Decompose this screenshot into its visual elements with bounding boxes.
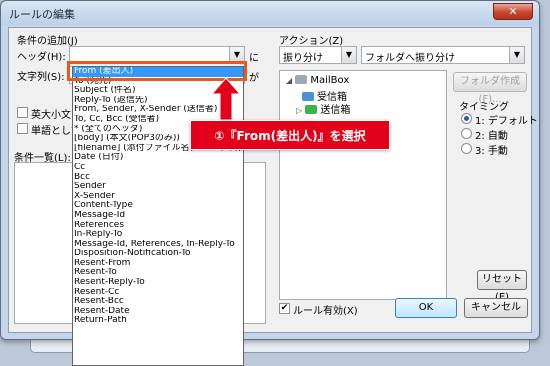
- expand-icon[interactable]: ▷: [296, 106, 302, 115]
- action-group-label: アクション(Z): [279, 36, 344, 47]
- collapse-icon[interactable]: ◢: [286, 76, 292, 85]
- dropdown-option[interactable]: Resent-Reply-To: [73, 278, 243, 288]
- dropdown-option[interactable]: Resent-Date: [73, 307, 243, 317]
- dropdown-option[interactable]: Message-Id: [73, 211, 243, 221]
- mailbox-icon: [295, 75, 308, 84]
- action-target-value: フォルダへ振り分け: [365, 53, 455, 64]
- header-suffix: に: [249, 53, 259, 64]
- case-checkbox-label: 英大小文: [31, 110, 71, 121]
- timing-option-label: 1: デフォルト: [475, 116, 538, 127]
- inbox-folder-icon: [302, 92, 314, 101]
- dropdown-option[interactable]: Cc: [73, 163, 243, 173]
- rule-enabled-checkbox[interactable]: ✔: [279, 303, 290, 314]
- dropdown-option[interactable]: Bcc: [73, 173, 243, 183]
- timing-radio-default[interactable]: [461, 113, 472, 124]
- tree-item-label: 送信箱: [320, 105, 351, 116]
- dropdown-option[interactable]: Date (日付): [73, 153, 243, 163]
- case-checkbox[interactable]: [17, 107, 28, 118]
- dropdown-option[interactable]: References: [73, 221, 243, 231]
- close-button[interactable]: ✕: [493, 3, 533, 20]
- timing-radio-manual[interactable]: [461, 143, 472, 154]
- string-suffix: が: [249, 73, 259, 84]
- cancel-button[interactable]: キャンセル: [464, 298, 528, 318]
- dropdown-option[interactable]: Resent-Cc: [73, 288, 243, 298]
- timing-option-label: 2: 自動: [475, 131, 508, 142]
- dropdown-option[interactable]: Content-Type: [73, 201, 243, 211]
- chevron-down-icon[interactable]: ▼: [509, 47, 524, 63]
- action-select-value: 振り分け: [283, 53, 323, 64]
- tree-item-mailbox[interactable]: ◢ MailBox: [286, 75, 349, 86]
- dropdown-option[interactable]: Disposition-Notification-To: [73, 249, 243, 259]
- dropdown-option[interactable]: In-Reply-To: [73, 230, 243, 240]
- dropdown-option[interactable]: Return-Path: [73, 316, 243, 326]
- ok-button[interactable]: OK: [395, 298, 457, 318]
- tree-item-outbox[interactable]: ▷ 送信箱: [296, 101, 350, 116]
- string-label: 文字列(S):: [17, 72, 65, 83]
- dropdown-option[interactable]: Sender: [73, 182, 243, 192]
- condition-group-label: 条件の追加(J): [17, 36, 78, 47]
- title-bar: ルールの編集 ✕: [1, 1, 539, 25]
- window-title: ルールの編集: [9, 8, 75, 21]
- timing-radio-auto[interactable]: [461, 128, 472, 139]
- action-select[interactable]: 振り分け ▼: [279, 46, 357, 64]
- timing-option-label: 3: 手動: [475, 146, 508, 157]
- rule-enabled-label: ルール有効(X): [293, 306, 358, 317]
- action-target-select[interactable]: フォルダへ振り分け ▼: [361, 46, 525, 64]
- word-checkbox[interactable]: [17, 123, 28, 134]
- dropdown-option[interactable]: Resent-From: [73, 259, 243, 269]
- reset-button[interactable]: リセット(E): [477, 270, 527, 303]
- tree-item-label: MailBox: [310, 75, 350, 86]
- arrow-up-icon: [212, 78, 240, 120]
- folder-tree[interactable]: ◢ MailBox 受信箱 ▷ 送信箱: [279, 70, 447, 300]
- outbox-folder-icon: [305, 105, 318, 114]
- header-label: ヘッダ(H):: [17, 52, 66, 63]
- callout-label: ①『From(差出人)』を選択: [190, 120, 390, 150]
- dropdown-option[interactable]: Message-Id, References, In-Reply-To: [73, 240, 243, 250]
- dropdown-option[interactable]: X-Sender: [73, 192, 243, 202]
- dropdown-option[interactable]: Resent-Bcc: [73, 297, 243, 307]
- chevron-down-icon[interactable]: ▼: [341, 47, 356, 63]
- dropdown-option[interactable]: Resent-To: [73, 268, 243, 278]
- create-folder-button[interactable]: フォルダ作成(F)...: [453, 72, 527, 105]
- timing-label: タイミング: [459, 102, 509, 113]
